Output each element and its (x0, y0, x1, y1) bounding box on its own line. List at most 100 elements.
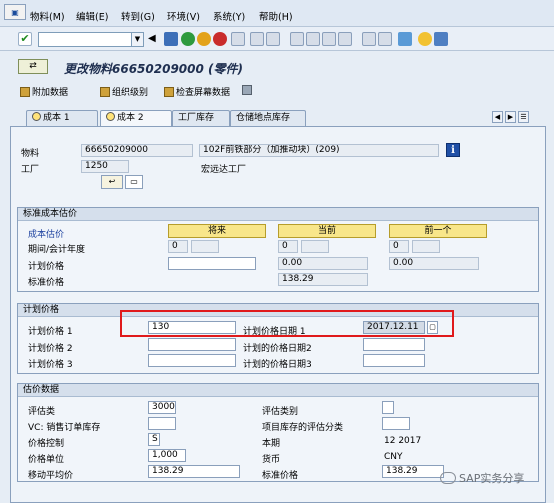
find-icon[interactable] (250, 32, 264, 46)
layout-icon[interactable] (398, 32, 412, 46)
switch-view-icon[interactable]: ↩ (101, 175, 123, 189)
new-session-icon[interactable] (362, 32, 376, 46)
valuation-category-label: 评估类别 (262, 407, 299, 417)
tab-cost1[interactable]: 成本 1 (26, 110, 98, 126)
planned-price1-label: 计划价格 1 (28, 327, 73, 337)
menu-goto[interactable]: 转到(G) (121, 9, 155, 23)
lock-button[interactable] (242, 85, 252, 95)
future-button[interactable]: 将来 (168, 224, 266, 238)
menu-edit[interactable]: 编辑(E) (76, 9, 108, 23)
exit-icon[interactable] (197, 32, 211, 46)
help-icon[interactable] (418, 32, 432, 46)
tab-status-icon (32, 112, 41, 121)
material-label: 物料 (21, 149, 40, 159)
vc-sales-order-stock-label: VC: 销售订单库存 (28, 423, 101, 433)
check-screen-data-icon (164, 86, 174, 97)
tab-storage-location-stock-label: 仓储地点库存 (236, 113, 291, 123)
first-page-icon[interactable] (290, 32, 304, 46)
shortcut-icon[interactable] (378, 32, 392, 46)
org-levels-icon (100, 86, 110, 97)
previous-year-field (412, 240, 440, 253)
watermark-text: SAP实务分享 (459, 472, 525, 485)
price-unit-field[interactable]: 1,000 (148, 449, 186, 462)
planned-price-date2-field[interactable] (363, 338, 425, 351)
current-period-field: 0 (278, 240, 298, 253)
price-unit-label: 价格单位 (28, 455, 65, 465)
customize-icon[interactable] (434, 32, 448, 46)
last-page-icon[interactable] (338, 32, 352, 46)
next-page-icon[interactable] (322, 32, 336, 46)
info-icon[interactable]: i (446, 143, 460, 157)
currency-label: 货币 (262, 455, 281, 465)
future-year-field (191, 240, 219, 253)
plant-label: 工厂 (21, 165, 40, 175)
current-period-value: 12 2017 (384, 436, 422, 446)
tab-plant-stock[interactable]: 工厂库存 (172, 110, 230, 126)
plant-name-text: 宏远达工厂 (201, 165, 247, 175)
check-screen-data-button[interactable]: 检查屏幕数据 (164, 85, 230, 98)
period-fy-label: 期间/会计年度 (28, 245, 86, 255)
command-field[interactable]: ▼ (38, 32, 144, 47)
previous-page-icon[interactable] (306, 32, 320, 46)
tab-cost2[interactable]: 成本 2 (100, 110, 172, 127)
menu-help[interactable]: 帮助(H) (259, 9, 293, 23)
price-control-field[interactable]: S (148, 433, 160, 446)
planned-price-date3-label: 计划的价格日期3 (243, 360, 312, 370)
vc-sales-order-stock-field[interactable] (148, 417, 176, 430)
wechat-icon (440, 472, 456, 484)
back-icon[interactable] (181, 32, 195, 46)
lock-icon (242, 85, 252, 95)
tab-strip: 成本 1 成本 2 工厂库存 仓储地点库存 ◀ ▶ ☰ (14, 110, 554, 127)
tab-scroll-right-icon[interactable]: ▶ (505, 111, 516, 123)
tab-list-icon[interactable]: ☰ (518, 111, 529, 123)
planned-price2-field[interactable] (148, 338, 236, 351)
org-levels-button[interactable]: 组织级别 (100, 85, 148, 98)
save-icon[interactable] (164, 32, 178, 46)
previous-planned-price-field: 0.00 (389, 257, 479, 270)
current-planned-price-field: 0.00 (278, 257, 368, 270)
print-icon[interactable] (231, 32, 245, 46)
additional-data-label: 附加数据 (32, 88, 69, 98)
org-levels-label: 组织级别 (112, 88, 149, 98)
page-title: 更改物料66650209000 (零件) (64, 62, 243, 76)
cancel-icon[interactable] (213, 32, 227, 46)
menu-material[interactable]: 物料(M) (30, 9, 65, 23)
document-icon[interactable]: ▭ (125, 175, 143, 189)
watermark: SAP实务分享 (440, 470, 524, 486)
previous-button[interactable]: 前一个 (389, 224, 487, 238)
application-toolbar: 附加数据 组织级别 检查屏幕数据 (0, 82, 554, 102)
enter-check-icon[interactable]: ✔ (18, 32, 32, 46)
planned-price3-field[interactable] (148, 354, 236, 367)
current-standard-price-field: 138.29 (278, 273, 368, 286)
tab-scroll-left-icon[interactable]: ◀ (492, 111, 503, 123)
tab-storage-location-stock[interactable]: 仓储地点库存 (230, 110, 306, 126)
tab-cost2-label: 成本 2 (117, 113, 144, 123)
valuation-category-field[interactable] (382, 401, 394, 414)
tab-status-icon (106, 112, 115, 121)
current-period-label: 本期 (262, 439, 281, 449)
planned-price-date3-field[interactable] (363, 354, 425, 367)
check-screen-data-label: 检查屏幕数据 (176, 88, 231, 98)
std-cost-estimate-group: 标准成本估价 成本估价 将来 当前 前一个 期间/会计年度 0 0 0 计划价格… (17, 207, 539, 292)
additional-data-button[interactable]: 附加数据 (20, 85, 68, 98)
project-stock-valuation-field[interactable] (382, 417, 410, 430)
valuation-data-title: 估价数据 (18, 384, 538, 397)
sap-logo-icon[interactable]: ▣ (4, 4, 26, 20)
tab-cost1-label: 成本 1 (43, 113, 70, 123)
back-arrow-icon[interactable]: ◀ (148, 32, 162, 46)
standard-price-label-2: 标准价格 (262, 471, 299, 481)
menu-system[interactable]: 系统(Y) (213, 9, 245, 23)
standard-price-field[interactable]: 138.29 (382, 465, 444, 478)
chevron-down-icon[interactable]: ▼ (131, 33, 143, 46)
valuation-data-group: 估价数据 评估类 3000 评估类别 VC: 销售订单库存 项目库存的评估分类 … (17, 383, 539, 482)
material-field: 66650209000 (81, 144, 193, 157)
planned-price3-label: 计划价格 3 (28, 360, 73, 370)
future-planned-price-field[interactable] (168, 257, 256, 270)
current-button[interactable]: 当前 (278, 224, 376, 238)
valuation-class-field[interactable]: 3000 (148, 401, 176, 414)
menu-environment[interactable]: 环境(V) (167, 9, 200, 23)
find-next-icon[interactable] (266, 32, 280, 46)
planned-price2-label: 计划价格 2 (28, 344, 73, 354)
moving-avg-price-field[interactable]: 138.29 (148, 465, 240, 478)
title-bar: ⇄ 更改物料66650209000 (零件) (0, 51, 554, 82)
